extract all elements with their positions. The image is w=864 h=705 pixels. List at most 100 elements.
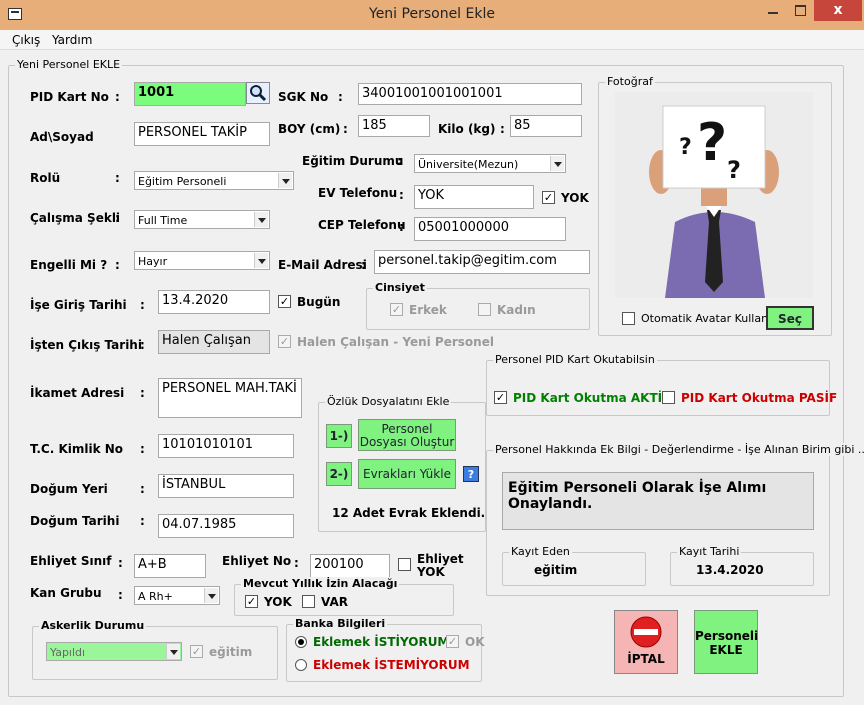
engelli-label: Engelli Mi ? [30, 258, 108, 272]
iptal-button[interactable]: İPTAL [614, 610, 678, 674]
evraklari-yukle-button[interactable]: Evrakları Yükle [358, 459, 456, 489]
askerlik-select[interactable]: Yapıldı [46, 642, 182, 661]
egitim-select[interactable]: Üniversite(Mezun) [414, 154, 566, 173]
colon: : [399, 188, 404, 202]
izin-yok-checkbox[interactable]: ✓ [245, 595, 258, 608]
ehliyet-yok-line2: YOK [417, 565, 445, 579]
isten-cikis-input[interactable]: Halen Çalışan [158, 330, 270, 354]
kayit-eden-value: eğitim [534, 563, 578, 577]
engelli-value: Hayır [138, 255, 168, 268]
banka-ok-checkbox[interactable]: ✓ [446, 635, 459, 648]
menu-item-yardim[interactable]: Yardım [52, 33, 92, 47]
ekle-line1: Personeli [695, 629, 759, 643]
menu-item-cikis[interactable]: Çıkış [12, 33, 40, 47]
kan-select[interactable]: A Rh+ [134, 586, 220, 605]
menu-bar: Çıkış Yardım [0, 30, 864, 50]
banka-istemiyorum-radio[interactable] [295, 659, 307, 671]
title-bar: Yeni Personel Ekle x [0, 0, 864, 30]
calisma-value: Full Time [138, 214, 188, 227]
colon: : [140, 386, 145, 400]
cep-tel-input[interactable]: 05001000000 [414, 217, 566, 241]
askerlik-checkbox[interactable]: ✓ [190, 645, 203, 658]
colon: : [118, 556, 123, 570]
askerlik-checkbox-label: eğitim [209, 645, 253, 659]
ehliyet-sinif-input[interactable]: A+B [134, 554, 206, 578]
egitim-label: Eğitim Durumu [302, 154, 404, 168]
ikamet-input[interactable]: PERSONEL MAH.TAKİ [158, 378, 302, 418]
colon: : [361, 258, 366, 272]
cancel-icon [630, 616, 662, 648]
erkek-checkbox[interactable]: ✓ [390, 303, 403, 316]
banka-group: Banka Bilgileri [286, 617, 482, 682]
colon: : [140, 514, 145, 528]
ehliyet-yok-label: Ehliyet YOK [417, 553, 464, 579]
pid-okut-title: Personel PID Kart Okutabilsin [493, 353, 657, 366]
calisma-select[interactable]: Full Time [134, 210, 270, 229]
colon: : [338, 90, 343, 104]
ek-bilgi-textarea[interactable]: Eğitim Personeli Olarak İşe Alımı Onayla… [502, 472, 814, 530]
avatar-image: ? ? ? [615, 92, 813, 298]
pid-aktif-checkbox[interactable]: ✓ [494, 391, 507, 404]
izin-var-checkbox[interactable] [302, 595, 315, 608]
colon: : [500, 122, 505, 136]
email-label: E-Mail Adresi [278, 258, 367, 272]
sgk-input[interactable]: 34001001001001001 [358, 83, 582, 105]
ek-bilgi-title: Personel Hakkında Ek Bilgi - Değerlendir… [493, 443, 864, 456]
cinsiyet-title: Cinsiyet [373, 281, 427, 294]
avatar-checkbox[interactable] [622, 312, 635, 325]
pid-aktif-label: PID Kart Okutma AKTİF [513, 391, 671, 405]
pid-pasif-checkbox[interactable] [662, 391, 675, 404]
colon: : [399, 220, 404, 234]
engelli-select[interactable]: Hayır [134, 251, 270, 270]
banka-istiyorum-radio[interactable] [295, 636, 307, 648]
erkek-label: Erkek [409, 303, 447, 317]
search-icon [250, 85, 267, 102]
kayit-eden-title: Kayıt Eden [509, 545, 572, 558]
ekle-line2: EKLE [709, 643, 743, 657]
izin-yok-label: YOK [264, 595, 292, 609]
colon: : [294, 556, 299, 570]
colon: : [115, 258, 120, 272]
boy-input[interactable]: 185 [358, 115, 430, 137]
pid-search-button[interactable] [246, 82, 270, 104]
boy-label: BOY (cm) [278, 122, 341, 136]
adsoyad-input[interactable]: PERSONEL TAKİP [134, 122, 270, 146]
ev-tel-yok-checkbox[interactable]: ✓ [542, 191, 555, 204]
banka-istiyorum-label: Eklemek İSTİYORUM [313, 635, 450, 649]
halen-calisan-checkbox[interactable]: ✓ [278, 335, 291, 348]
tc-label: T.C. Kimlik No [30, 442, 124, 456]
isten-cikis-label: İşten Çıkış Tarihi [30, 338, 142, 352]
iptal-label: İPTAL [627, 652, 665, 666]
chevron-down-icon [254, 212, 268, 227]
minimize-button[interactable] [760, 0, 786, 21]
pid-input[interactable]: 1001 [134, 82, 246, 106]
email-input[interactable]: personel.takip@egitim.com [374, 250, 590, 274]
dogum-yeri-input[interactable]: İSTANBUL [158, 474, 294, 498]
dogum-tarihi-input[interactable]: 04.07.1985 [158, 514, 294, 538]
izin-var-label: VAR [321, 595, 348, 609]
ev-tel-input[interactable]: YOK [414, 185, 534, 209]
personeli-ekle-button[interactable]: Personeli EKLE [694, 610, 758, 674]
ise-giris-input[interactable]: 13.4.2020 [158, 290, 270, 314]
ehliyet-no-input[interactable]: 200100 [310, 554, 390, 578]
close-button[interactable]: x [814, 0, 862, 21]
pid-label: PID Kart No [30, 90, 109, 104]
tc-input[interactable]: 10101010101 [158, 434, 294, 458]
svg-text:?: ? [679, 135, 692, 160]
dogum-yeri-label: Doğum Yeri [30, 482, 108, 496]
rolu-select[interactable]: Eğitim Personeli [134, 171, 294, 190]
step-1-badge: 1-) [326, 424, 352, 448]
pid-pasif-label: PID Kart Okutma PASİF [681, 391, 838, 405]
personel-dosyasi-button[interactable]: Personel Dosyası Oluştur [358, 419, 456, 451]
kilo-input[interactable]: 85 [510, 115, 582, 137]
window: Yeni Personel Ekle x Çıkış Yardım Yeni P… [0, 0, 864, 705]
sec-button[interactable]: Seç [766, 306, 814, 330]
bugun-checkbox[interactable]: ✓ [278, 295, 291, 308]
kadin-checkbox[interactable] [478, 303, 491, 316]
banka-ok-label: OK [465, 635, 485, 649]
ehliyet-yok-checkbox[interactable] [398, 558, 411, 571]
maximize-button[interactable] [787, 0, 813, 21]
help-icon[interactable]: ? [463, 466, 479, 482]
pid-okut-group: Personel PID Kart Okutabilsin [486, 353, 830, 416]
ikamet-label: İkamet Adresi [30, 386, 125, 400]
